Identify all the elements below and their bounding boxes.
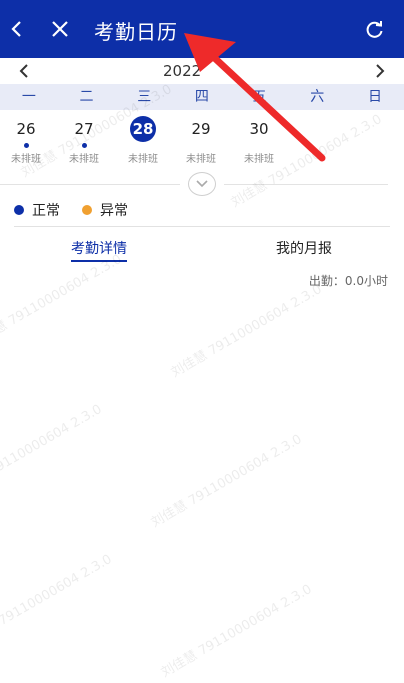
annotation-arrow: [184, 33, 326, 162]
